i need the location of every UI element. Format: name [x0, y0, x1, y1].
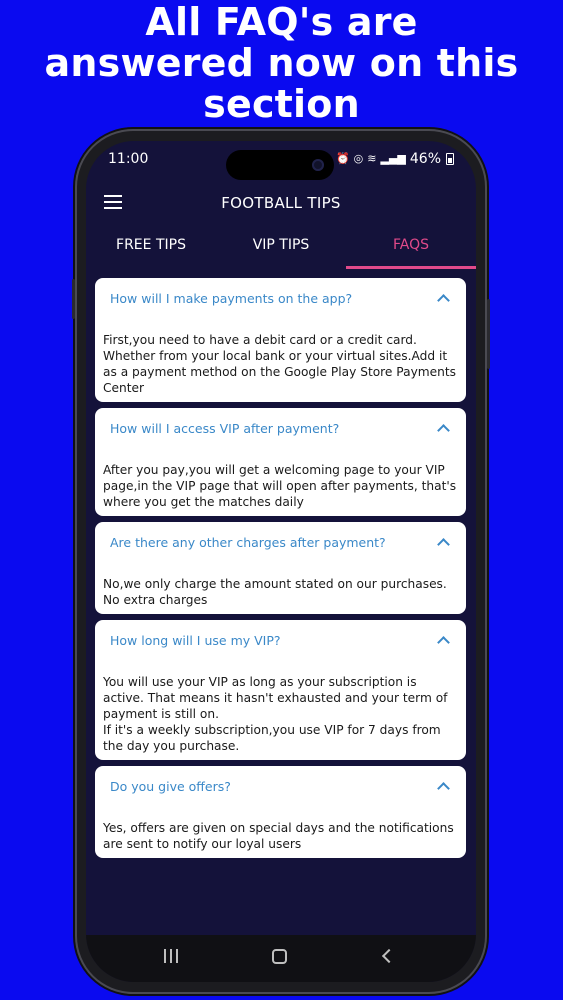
faq-question: How will I access VIP after payment? — [110, 421, 340, 436]
tab-faqs[interactable]: FAQS — [346, 231, 476, 271]
faq-item: Do you give offers? Yes, offers are give… — [95, 766, 466, 858]
chevron-up-icon[interactable] — [437, 294, 450, 307]
status-icons: ⏰ ◎ ≋ ▂▄▆ 46% — [336, 151, 454, 167]
faq-question-header[interactable]: How will I make payments on the app? — [103, 278, 458, 318]
faq-answer: First,you need to have a debit card or a… — [103, 333, 457, 395]
phone-side-button — [487, 299, 490, 369]
back-icon[interactable] — [381, 948, 397, 964]
battery-icon — [446, 153, 454, 165]
chevron-up-icon[interactable] — [437, 538, 450, 551]
headline-line-1: All FAQ's are — [145, 0, 418, 44]
tab-vip-tips[interactable]: VIP TIPS — [216, 231, 346, 271]
faq-question: Do you give offers? — [110, 779, 231, 794]
faq-question-header[interactable]: Are there any other charges after paymen… — [103, 522, 458, 562]
phone-screen: 11:00 ⏰ ◎ ≋ ▂▄▆ 46% FOOTBALL TIPS FREE T… — [86, 141, 476, 982]
home-icon[interactable] — [272, 949, 287, 964]
system-nav-bar — [86, 935, 476, 982]
promo-headline: All FAQ's are answered now on this secti… — [0, 2, 563, 125]
headline-line-3: section — [203, 82, 360, 126]
headline-line-2: answered now on this — [44, 41, 519, 85]
wifi-icon: ≋ — [367, 152, 377, 165]
faq-item: How will I access VIP after payment? Aft… — [95, 408, 466, 516]
faq-item: How long will I use my VIP? You will use… — [95, 620, 466, 760]
faq-question-header[interactable]: How long will I use my VIP? — [103, 620, 458, 660]
faq-answer: No,we only charge the amount stated on o… — [103, 577, 447, 607]
tab-bar: FREE TIPS VIP TIPS FAQS — [86, 231, 476, 271]
faq-question-header[interactable]: Do you give offers? — [103, 766, 458, 806]
app-bar: FOOTBALL TIPS — [86, 183, 476, 227]
chevron-up-icon[interactable] — [437, 424, 450, 437]
status-time: 11:00 — [108, 151, 149, 167]
battery-level: 46% — [409, 151, 441, 167]
front-camera-icon — [312, 159, 324, 171]
faq-question: How long will I use my VIP? — [110, 633, 281, 648]
chevron-up-icon[interactable] — [437, 636, 450, 649]
hotspot-icon: ◎ — [353, 152, 364, 165]
camera-notch — [226, 150, 334, 180]
chevron-up-icon[interactable] — [437, 782, 450, 795]
phone-volume-button — [72, 279, 75, 319]
faq-answer: You will use your VIP as long as your su… — [103, 675, 448, 753]
phone-frame: 11:00 ⏰ ◎ ≋ ▂▄▆ 46% FOOTBALL TIPS FREE T… — [72, 129, 490, 994]
app-title: FOOTBALL TIPS — [221, 194, 341, 212]
faq-answer: Yes, offers are given on special days an… — [103, 821, 454, 851]
faq-question: How will I make payments on the app? — [110, 291, 353, 306]
tab-free-tips[interactable]: FREE TIPS — [86, 231, 216, 271]
faq-answer: After you pay,you will get a welcoming p… — [103, 463, 457, 509]
recents-icon[interactable] — [164, 949, 178, 963]
faq-question-header[interactable]: How will I access VIP after payment? — [103, 408, 458, 448]
faq-question: Are there any other charges after paymen… — [110, 535, 386, 550]
faq-list: How will I make payments on the app? Fir… — [95, 278, 466, 864]
faq-item: Are there any other charges after paymen… — [95, 522, 466, 614]
faq-item: How will I make payments on the app? Fir… — [95, 278, 466, 402]
signal-icon: ▂▄▆ — [380, 152, 406, 165]
alarm-icon: ⏰ — [335, 152, 350, 165]
